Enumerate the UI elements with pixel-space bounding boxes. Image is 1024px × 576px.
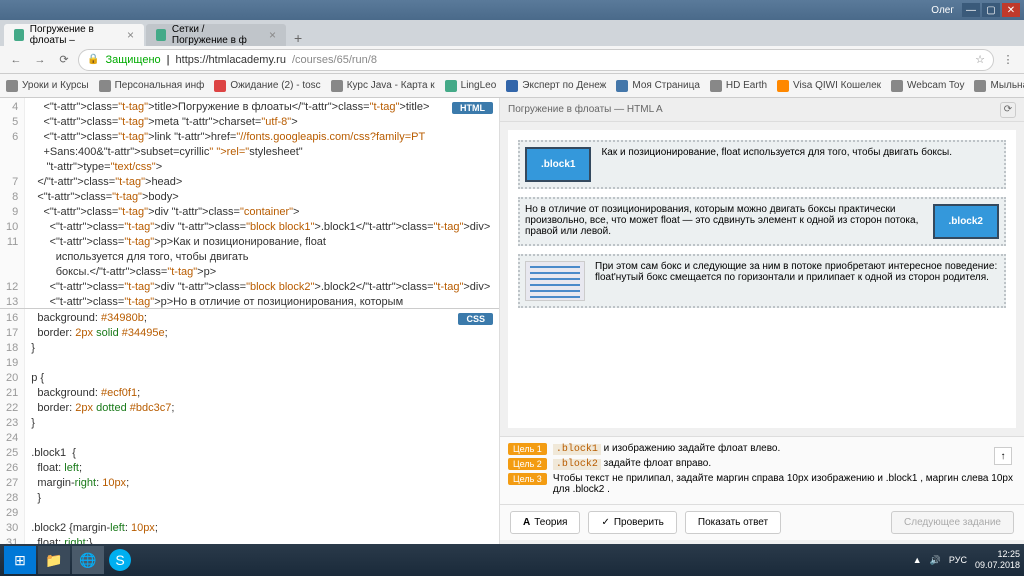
preview-block1: .block1: [525, 147, 591, 182]
preview-header: Погружение в флоаты — HTML A ⟳: [500, 98, 1024, 122]
tab-add-button[interactable]: +: [288, 30, 308, 46]
bookmark-item[interactable]: Курс Java - Карта к: [331, 80, 435, 92]
tab-favicon-icon: [14, 29, 24, 41]
lang-badge: HTML: [452, 102, 493, 114]
close-button[interactable]: ✕: [1002, 3, 1020, 17]
scroll-up-button[interactable]: ↑: [994, 447, 1012, 465]
start-button[interactable]: ⊞: [4, 546, 36, 574]
bookmark-item[interactable]: Ожидание (2) - tosc: [214, 80, 320, 92]
window-titlebar: Олег — ▢ ✕: [0, 0, 1024, 20]
url-host: https://htmlacademy.ru: [176, 54, 286, 66]
theory-button[interactable]: A Теория: [510, 511, 580, 534]
menu-button[interactable]: ⋮: [998, 50, 1018, 70]
preview-title: Погружение в флоаты — HTML A: [508, 104, 663, 115]
star-icon[interactable]: ☆: [975, 53, 985, 66]
preview-para: .block1 Как и позиционирование, float ис…: [518, 140, 1006, 189]
lock-icon: 🔒: [87, 54, 99, 65]
refresh-button[interactable]: ⟳: [1000, 102, 1016, 118]
tab-inactive[interactable]: Сетки / Погружение в ф ×: [146, 24, 286, 46]
goal-badge: Цель 1: [508, 443, 547, 455]
bookmark-icon: [777, 80, 789, 92]
url-path: /courses/65/run/8: [292, 54, 377, 66]
show-answer-button[interactable]: Показать ответ: [685, 511, 781, 534]
preview-para: При этом сам бокс и следующие за ним в п…: [518, 254, 1006, 308]
goal-item: Цель 1 .block1 и изображению задайте фло…: [508, 443, 990, 455]
lang-indicator[interactable]: РУС: [949, 555, 967, 565]
back-button[interactable]: ←: [6, 50, 26, 70]
tab-favicon-icon: [156, 29, 166, 41]
preview-block2: .block2: [933, 204, 999, 239]
bookmark-item[interactable]: HD Earth: [710, 80, 767, 92]
forward-button[interactable]: →: [30, 50, 50, 70]
tab-active[interactable]: Погружение в флоаты – ×: [4, 24, 144, 46]
taskbar-chrome[interactable]: 🌐: [72, 546, 104, 574]
html-editor[interactable]: HTML 45678910111213 <"t-attr">class="t-t…: [0, 98, 499, 309]
bookmark-icon: [214, 80, 226, 92]
preview-image: [525, 261, 585, 301]
bookmark-item[interactable]: Моя Страница: [616, 80, 700, 92]
code-content[interactable]: <"t-attr">class="t-tag">title>Погружение…: [25, 98, 496, 309]
tab-title: Погружение в флоаты –: [30, 24, 121, 46]
next-task-button[interactable]: Следующее задание: [891, 511, 1014, 534]
bookmark-icon: [616, 80, 628, 92]
bookmark-item[interactable]: Уроки и Курсы: [6, 80, 89, 92]
bookmark-icon: [6, 80, 18, 92]
bookmarks-bar: Уроки и Курсы Персональная инф Ожидание …: [0, 74, 1024, 98]
bookmark-item[interactable]: Эксперт по Денеж: [506, 80, 606, 92]
bookmark-icon: [974, 80, 986, 92]
goal-badge: Цель 3: [508, 473, 547, 485]
taskbar: ⊞ 📁 🌐 S ▲ 🔊 РУС 12:25 09.07.2018: [0, 544, 1024, 576]
goal-badge: Цель 2: [508, 458, 547, 470]
check-button[interactable]: ✓ Проверить: [588, 511, 676, 534]
reload-button[interactable]: ⟳: [54, 50, 74, 70]
bookmark-icon: [891, 80, 903, 92]
tab-close-icon[interactable]: ×: [269, 28, 276, 42]
css-editor[interactable]: CSS 161718192021222324252627282930313233…: [0, 309, 499, 558]
tray-icon[interactable]: 🔊: [930, 555, 941, 566]
preview-frame: .block1 Как и позиционирование, float ис…: [508, 130, 1016, 428]
bookmark-icon: [331, 80, 343, 92]
lang-badge: CSS: [458, 313, 493, 325]
secure-label: Защищено: [105, 54, 160, 66]
minimize-button[interactable]: —: [962, 3, 980, 17]
goals-panel: ↑ Цель 1 .block1 и изображению задайте ф…: [500, 436, 1024, 504]
bookmark-item[interactable]: Мыльная основа ку: [974, 80, 1024, 92]
bookmark-item[interactable]: LingLeo: [445, 80, 497, 92]
tab-close-icon[interactable]: ×: [127, 28, 134, 42]
taskbar-explorer[interactable]: 📁: [38, 546, 70, 574]
line-gutter: 16171819202122232425262728293031323334: [0, 309, 25, 558]
bookmark-icon: [445, 80, 457, 92]
user-label: Олег: [931, 5, 954, 16]
action-bar: A Теория ✓ Проверить Показать ответ След…: [500, 504, 1024, 540]
address-bar: ← → ⟳ 🔒 Защищено | https://htmlacademy.r…: [0, 46, 1024, 74]
taskbar-skype[interactable]: S: [109, 549, 131, 571]
goal-item: Цель 2 .block2 задайте флоат вправо.: [508, 458, 990, 470]
bookmark-item[interactable]: Персональная инф: [99, 80, 205, 92]
bookmark-icon: [99, 80, 111, 92]
bookmark-item[interactable]: Webcam Toy: [891, 80, 964, 92]
bookmark-icon: [506, 80, 518, 92]
browser-tabs: Погружение в флоаты – × Сетки / Погружен…: [0, 20, 1024, 46]
tray-icon[interactable]: ▲: [913, 555, 922, 565]
maximize-button[interactable]: ▢: [982, 3, 1000, 17]
line-gutter: 45678910111213: [0, 98, 25, 309]
code-content[interactable]: background: #34980b; border: 2px solid #…: [25, 309, 180, 558]
bookmark-icon: [710, 80, 722, 92]
goal-item: Цель 3 Чтобы текст не прилипал, задайте …: [508, 473, 1016, 495]
clock[interactable]: 12:25 09.07.2018: [975, 549, 1020, 571]
bookmark-item[interactable]: Visa QIWI Кошелек: [777, 80, 881, 92]
preview-para: .block2 Но в отличие от позиционирования…: [518, 197, 1006, 246]
tab-title: Сетки / Погружение в ф: [172, 24, 263, 46]
url-input[interactable]: 🔒 Защищено | https://htmlacademy.ru/cour…: [78, 49, 994, 71]
